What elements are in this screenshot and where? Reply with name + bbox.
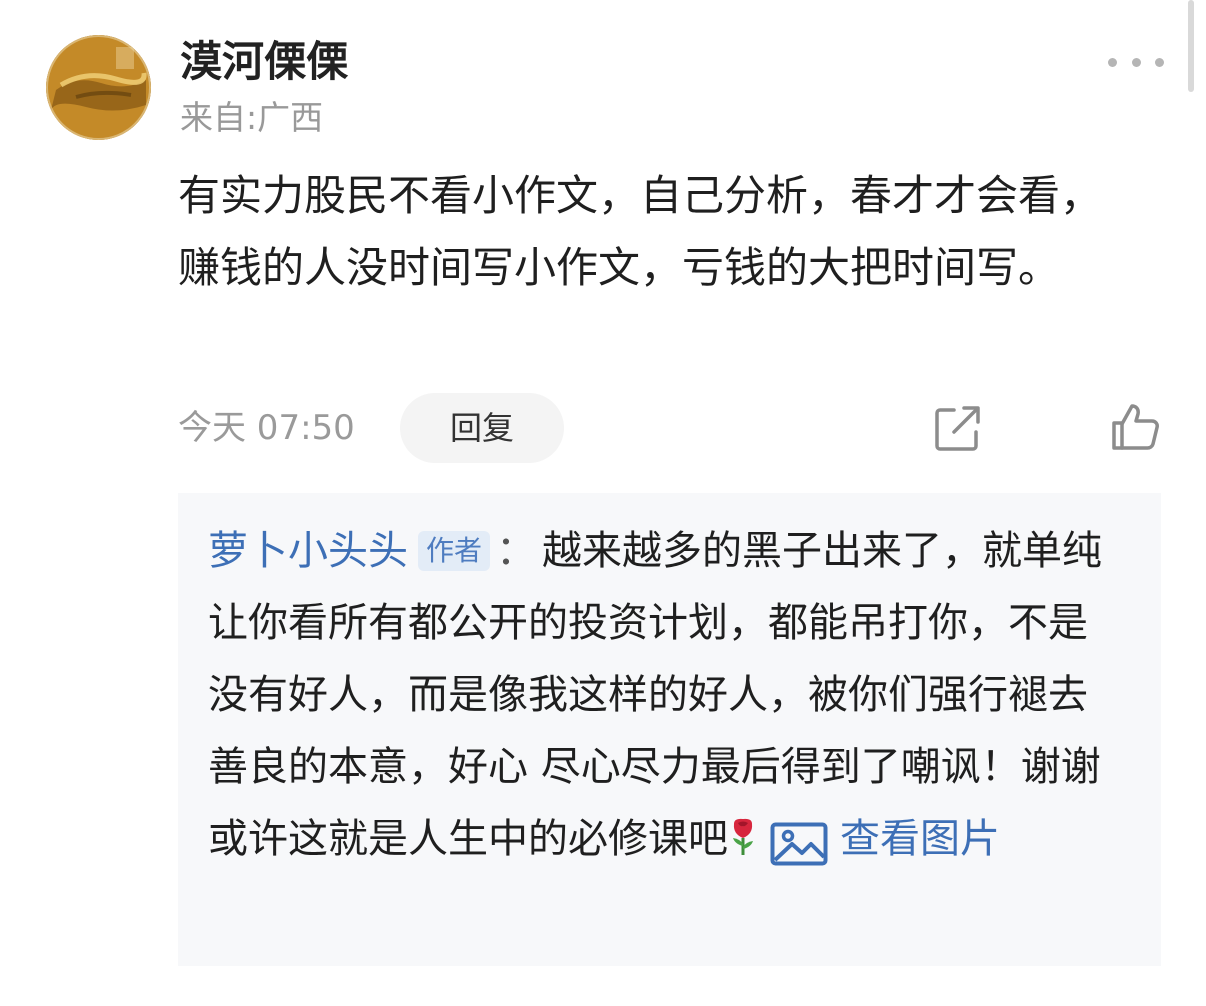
comment-timestamp: 今天 07:50 [178,408,355,448]
username[interactable]: 漠河傈傈 [180,36,348,88]
image-icon [770,817,828,866]
comment-page: 漠河傈傈 来自:广西 有实力股民不看小作文，自己分析，春才才会看，赚钱的人没时间… [0,0,1206,1006]
reply-text: 萝卜小头头 作者：越来越多的黑子出来了，就单纯让你看所有都公开的投资计划，都能吊打… [208,515,1113,875]
reply-button[interactable]: 回复 [400,393,564,463]
reply-separator: ： [496,528,537,574]
rose-emoji [728,807,758,855]
view-image-label[interactable]: 查看图片 [840,803,1000,875]
view-image-link[interactable]: 查看图片 [770,803,1000,875]
user-avatar[interactable] [46,35,151,140]
more-dot [1108,57,1117,67]
author-badge: 作者 [418,531,491,571]
thumbs-up-icon[interactable] [1108,400,1162,454]
scrollbar[interactable] [1188,0,1194,92]
comment-body: 有实力股民不看小作文，自己分析，春才才会看，赚钱的人没时间写小作文，亏钱的大把时… [178,171,1103,292]
reply-box: 萝卜小头头 作者：越来越多的黑子出来了，就单纯让你看所有都公开的投资计划，都能吊打… [178,493,1161,966]
reply-author[interactable]: 萝卜小头头 [208,528,408,574]
more-dot [1155,57,1164,67]
more-dots-icon[interactable] [1108,48,1164,76]
share-icon[interactable] [932,402,984,454]
more-dot [1131,57,1141,67]
user-location: 来自:广西 [180,98,324,137]
